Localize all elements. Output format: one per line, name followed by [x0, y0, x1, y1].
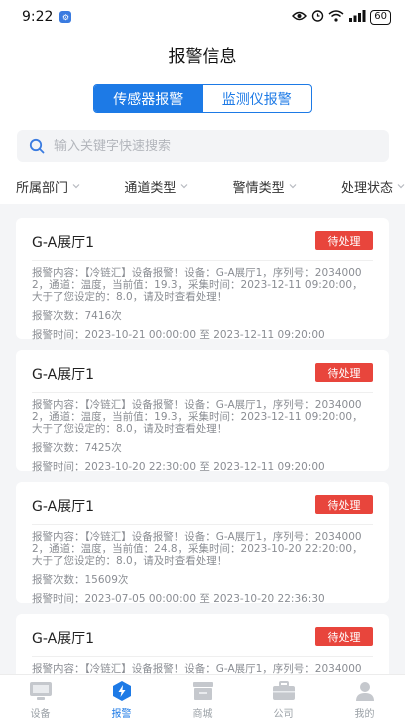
bottom-tab-bar: 设备 报警 商城 公司 我的	[0, 674, 405, 720]
mall-icon	[190, 680, 216, 702]
battery-indicator: 60	[370, 9, 391, 25]
status-badge: 待处理	[315, 231, 373, 250]
tab-label: 公司	[273, 709, 294, 720]
tab-mall[interactable]: 商城	[162, 675, 243, 720]
search-box[interactable]	[17, 130, 389, 162]
divider	[32, 260, 373, 261]
filter-label: 通道类型	[124, 180, 177, 196]
alarm-clock-icon	[311, 9, 324, 25]
tab-alarm[interactable]: 报警	[81, 675, 162, 720]
search-container	[0, 124, 405, 168]
filter-status[interactable]: 处理状态	[341, 177, 405, 196]
alarm-list[interactable]: G-A展厅1 待处理 报警内容：【冷链汇】设备报警！设备：G-A展厅1，序列号：…	[0, 204, 405, 674]
alarm-count: 报警次数：15609次	[32, 574, 129, 586]
tab-monitor-alarm[interactable]: 监测仪报警	[203, 85, 312, 112]
alarm-time: 报警时间：2023-10-21 00:00:00 至 2023-12-11 09…	[32, 329, 325, 341]
alarm-content: 报警内容：【冷链汇】设备报警！设备：G-A展厅1，序列号：20340002，通道…	[32, 531, 363, 567]
status-time: 9:22	[22, 9, 54, 25]
status-badge: 待处理	[315, 627, 373, 646]
tab-label: 商城	[192, 709, 213, 720]
alarm-type-segment: 传感器报警 监测仪报警	[93, 84, 312, 113]
alarm-count: 报警次数：7425次	[32, 442, 122, 454]
search-input[interactable]	[54, 138, 354, 154]
divider	[32, 392, 373, 393]
tab-sensor-alarm[interactable]: 传感器报警	[94, 85, 203, 112]
filter-channel-type[interactable]: 通道类型	[124, 177, 188, 196]
chevron-down-icon	[397, 182, 405, 190]
tab-label: 报警	[111, 709, 132, 720]
wifi-icon	[328, 9, 344, 25]
alarm-count: 报警次数：7416次	[32, 310, 122, 322]
eye-icon	[292, 11, 308, 24]
segment-container: 传感器报警 监测仪报警	[0, 74, 405, 124]
page-title: 报警信息	[168, 46, 237, 67]
status-badge: 待处理	[315, 363, 373, 382]
tab-label: 我的	[354, 709, 375, 720]
briefcase-icon	[271, 680, 297, 702]
search-icon	[29, 138, 45, 154]
alarm-content: 报警内容：【冷链汇】设备报警！设备：G-A展厅1，序列号：20340002，通道…	[32, 267, 363, 303]
divider	[32, 656, 373, 657]
alarm-time: 报警时间：2023-10-20 22:30:00 至 2023-12-11 09…	[32, 461, 325, 473]
chevron-down-icon	[180, 182, 188, 190]
divider	[32, 524, 373, 525]
filter-bar: 所属部门 通道类型 警情类型 处理状态	[0, 168, 405, 204]
filter-label: 警情类型	[232, 180, 285, 196]
alarm-time: 报警时间：2023-07-05 00:00:00 至 2023-10-20 22…	[32, 593, 325, 605]
alarm-content: 报警内容：【冷链汇】设备报警！设备：G-A展厅1，序列号：20340002，通道…	[32, 663, 362, 674]
status-badge: 待处理	[315, 495, 373, 514]
alarm-content: 报警内容：【冷链汇】设备报警！设备：G-A展厅1，序列号：20340002，通道…	[32, 399, 363, 435]
tab-company[interactable]: 公司	[243, 675, 324, 720]
device-icon	[28, 680, 54, 702]
person-icon	[352, 680, 378, 702]
alarm-card[interactable]: G-A展厅1 待处理 报警内容：【冷链汇】设备报警！设备：G-A展厅1，序列号：…	[16, 614, 389, 674]
filter-label: 处理状态	[340, 180, 393, 196]
chevron-down-icon	[72, 182, 80, 190]
alarm-card[interactable]: G-A展厅1 待处理 报警内容：【冷链汇】设备报警！设备：G-A展厅1，序列号：…	[16, 218, 389, 341]
filter-department[interactable]: 所属部门	[16, 177, 80, 196]
alarm-bolt-icon	[109, 680, 135, 702]
alarm-card[interactable]: G-A展厅1 待处理 报警内容：【冷链汇】设备报警！设备：G-A展厅1，序列号：…	[16, 350, 389, 473]
status-bar: 9:22 ⚙ 60	[0, 0, 405, 34]
filter-alarm-type[interactable]: 警情类型	[233, 177, 297, 196]
signal-icon	[348, 9, 366, 25]
app-notification-icon: ⚙	[59, 11, 72, 23]
tab-device[interactable]: 设备	[0, 675, 81, 720]
alarm-card[interactable]: G-A展厅1 待处理 报警内容：【冷链汇】设备报警！设备：G-A展厅1，序列号：…	[16, 482, 389, 605]
chevron-down-icon	[289, 182, 297, 190]
status-indicators: 60	[292, 9, 391, 25]
nav-bar: 报警信息	[0, 34, 405, 74]
tab-mine[interactable]: 我的	[324, 675, 405, 720]
tab-label: 设备	[30, 709, 51, 720]
filter-label: 所属部门	[16, 180, 69, 196]
